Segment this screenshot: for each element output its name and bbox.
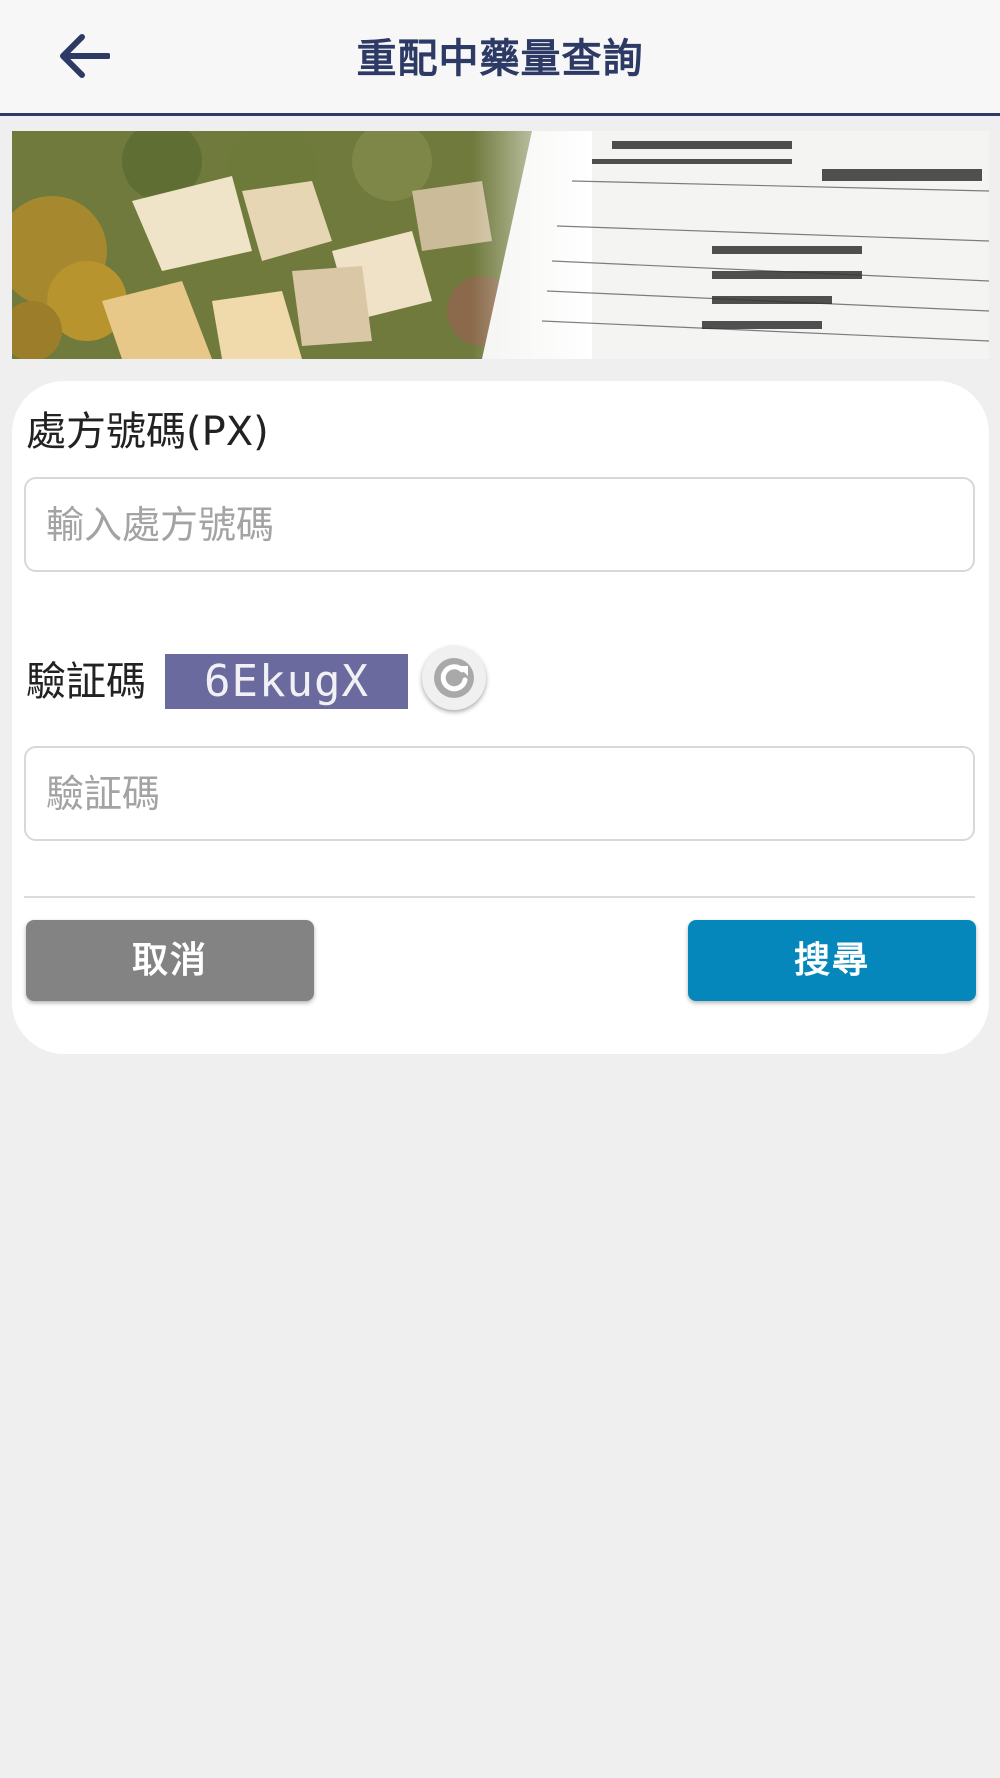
prescription-number-input[interactable] — [24, 477, 975, 572]
banner-image — [12, 131, 989, 359]
page-title: 重配中藥量查詢 — [356, 36, 644, 82]
divider — [24, 896, 975, 898]
captcha-label: 驗証碼 — [26, 659, 146, 705]
captcha-image: 6EkugX — [165, 654, 408, 709]
search-button[interactable]: 搜尋 — [688, 920, 976, 1001]
prescription-number-label: 處方號碼(PX) — [26, 409, 269, 455]
captcha-refresh-button[interactable] — [422, 646, 486, 710]
cancel-button[interactable]: 取消 — [26, 920, 314, 1001]
app-header: 重配中藥量查詢 — [0, 0, 1000, 116]
query-form-card: 處方號碼(PX) 驗証碼 6EkugX 取消 搜尋 — [12, 381, 989, 1054]
captcha-input[interactable] — [24, 746, 975, 841]
refresh-icon — [434, 658, 474, 698]
